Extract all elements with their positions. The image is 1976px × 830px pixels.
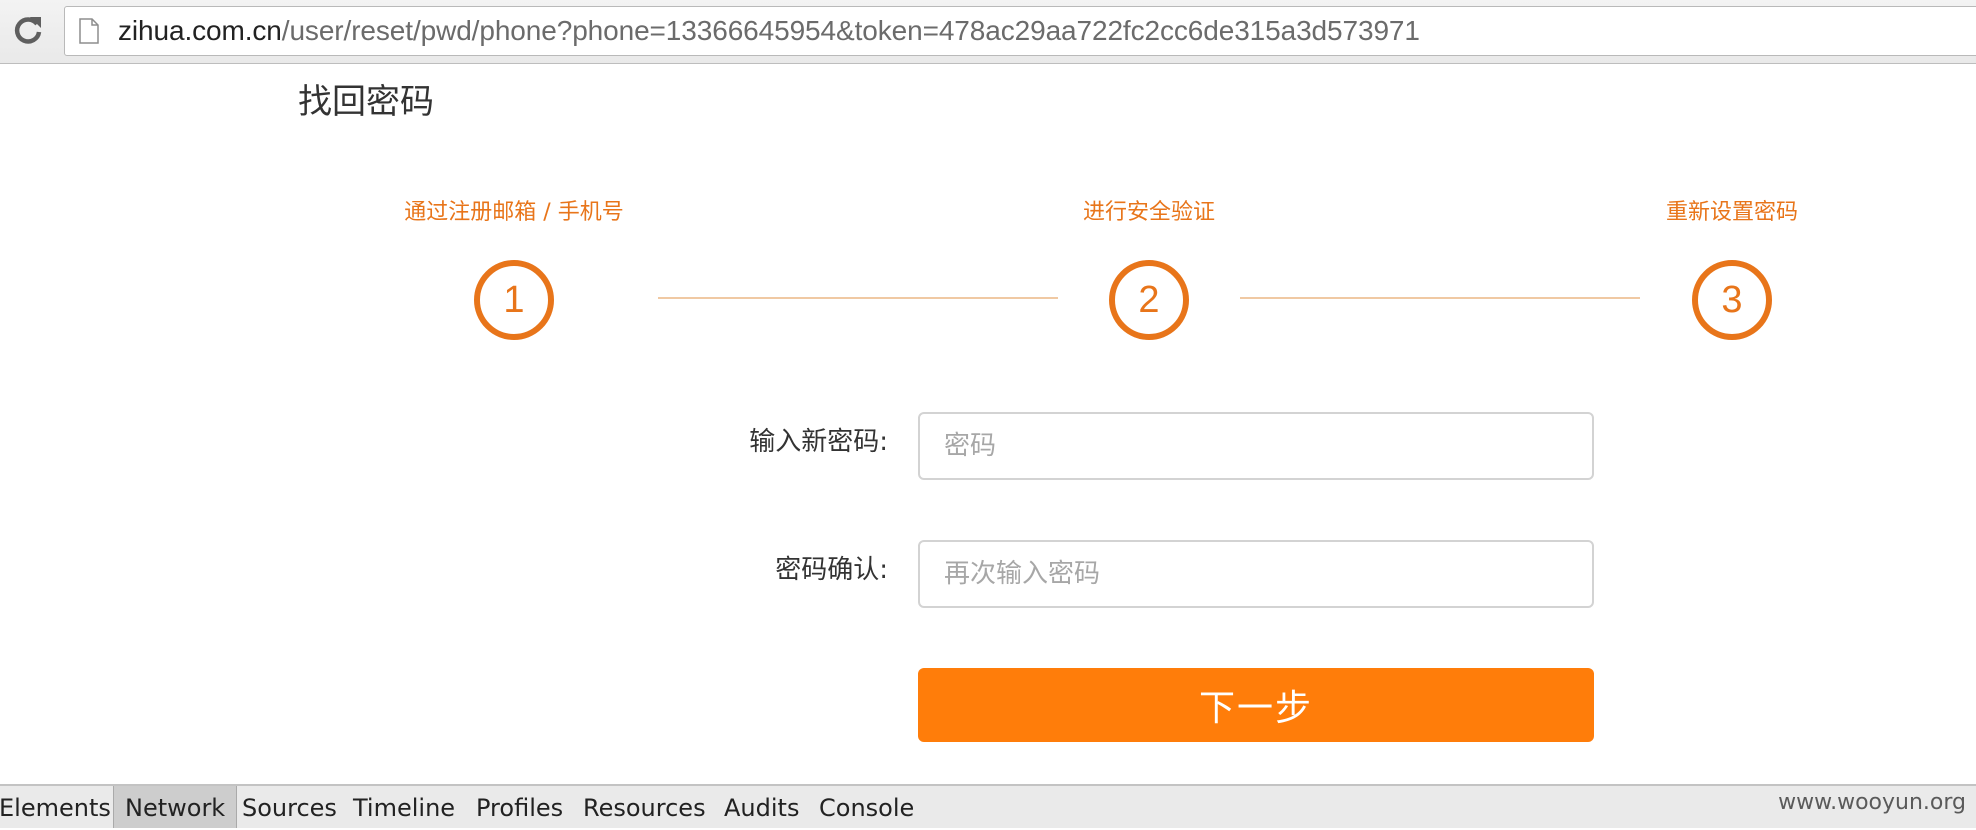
watermark-text: www.wooyun.org — [1778, 790, 1966, 815]
step-1-circle: 1 — [474, 260, 554, 340]
devtools-tab-elements[interactable]: Elements — [0, 786, 122, 828]
devtools-tab-audits[interactable]: Audits — [713, 786, 810, 828]
new-password-label: 输入新密码: — [749, 427, 888, 457]
page-title: 找回密码 — [298, 82, 434, 122]
reload-icon[interactable] — [10, 12, 46, 48]
step-connector-1-2 — [658, 297, 1058, 299]
devtools-tab-console[interactable]: Console — [808, 786, 925, 828]
devtools-tab-bar: Elements Network Sources Timeline Profil… — [0, 784, 1976, 828]
next-step-button[interactable]: 下一步 — [918, 668, 1594, 742]
confirm-password-input[interactable] — [918, 540, 1594, 608]
devtools-tab-sources[interactable]: Sources — [231, 786, 348, 828]
confirm-password-label: 密码确认: — [775, 555, 888, 585]
url-text[interactable]: zihua.com.cn/user/reset/pwd/phone?phone=… — [118, 7, 1420, 55]
step-3-circle: 3 — [1692, 260, 1772, 340]
page-icon — [79, 18, 99, 44]
step-1-label: 通过注册邮箱 / 手机号 — [404, 200, 624, 225]
url-host: zihua.com.cn — [118, 15, 282, 46]
devtools-tab-timeline[interactable]: Timeline — [342, 786, 466, 828]
devtools-tab-profiles[interactable]: Profiles — [465, 786, 574, 828]
step-3-label: 重新设置密码 — [1665, 200, 1799, 225]
url-path: /user/reset/pwd/phone?phone=13366645954&… — [281, 15, 1420, 46]
step-2-circle: 2 — [1109, 260, 1189, 340]
browser-toolbar: zihua.com.cn/user/reset/pwd/phone?phone=… — [0, 0, 1976, 64]
devtools-tab-resources[interactable]: Resources — [572, 786, 717, 828]
step-connector-2-3 — [1240, 297, 1640, 299]
step-2-label: 进行安全验证 — [1082, 200, 1216, 225]
address-bar[interactable]: zihua.com.cn/user/reset/pwd/phone?phone=… — [64, 6, 1976, 56]
devtools-tab-network[interactable]: Network — [113, 786, 238, 828]
new-password-input[interactable] — [918, 412, 1594, 480]
